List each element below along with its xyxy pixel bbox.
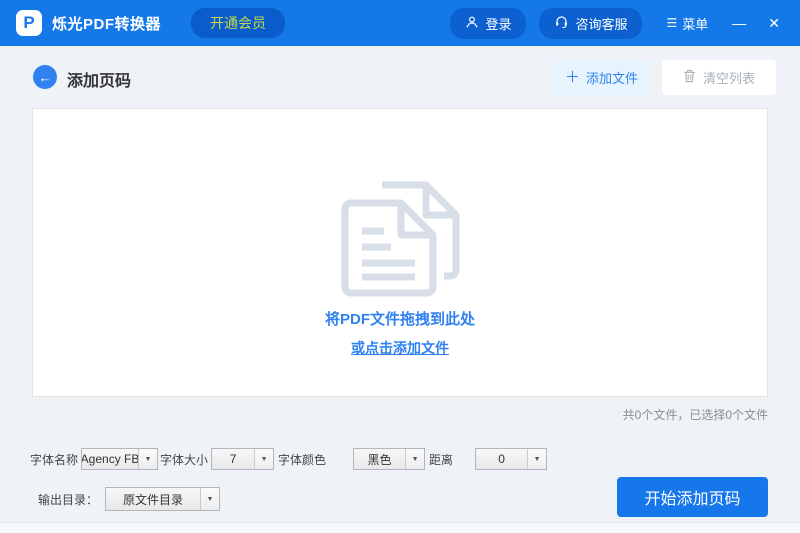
chevron-down-icon: ▼ [200, 488, 220, 510]
output-dir-row: 输出目录： 原文件目录 ▼ [38, 487, 221, 511]
output-dir-select[interactable]: 原文件目录 ▼ [105, 487, 221, 511]
login-label: 登录 [485, 16, 512, 32]
distance-label: 距离 [429, 452, 454, 467]
footer-strip [0, 522, 800, 533]
titlebar-right: 登录 咨询客服 ☰ 菜单 — ✕ [450, 7, 784, 39]
chevron-down-icon: ▼ [405, 449, 425, 469]
font-color-select[interactable]: 黑色 ▼ [353, 448, 426, 470]
content-area: ← 添加页码 ＋ 添加文件 清空列表 将PDF文件拖拽到此处 或点击添加文件 共… [0, 46, 800, 533]
distance-value: 0 [498, 452, 505, 466]
back-button[interactable]: ← [33, 65, 57, 89]
font-settings-row: 字体名称 Agency FB ▼ 字体大小 7 ▼ 字体颜色 黑色 ▼ 距离 0… [30, 448, 548, 470]
chevron-down-icon: ▼ [138, 449, 158, 469]
login-button[interactable]: 登录 [450, 7, 527, 39]
clear-list-label: 清空列表 [702, 71, 755, 86]
add-file-label: 添加文件 [586, 71, 639, 86]
dropzone-group: 将PDF文件拖拽到此处 或点击添加文件 [325, 169, 475, 358]
output-dir-label: 输出目录： [38, 492, 99, 507]
output-dir-value: 原文件目录 [123, 492, 184, 507]
close-button[interactable]: ✕ [768, 15, 780, 32]
font-size-label: 字体大小 [160, 452, 209, 467]
add-file-button[interactable]: ＋ 添加文件 [553, 60, 650, 95]
hamburger-icon: ☰ [666, 16, 678, 30]
dropzone-hint: 将PDF文件拖拽到此处 [324, 311, 475, 328]
font-size-value: 7 [229, 452, 237, 466]
click-to-add-link[interactable]: 或点击添加文件 [351, 338, 449, 358]
headset-icon [554, 14, 569, 32]
font-name-value: Agency FB [82, 452, 139, 466]
chevron-down-icon: ▼ [254, 449, 274, 469]
start-add-page-numbers-button[interactable]: 开始添加页码 [617, 477, 768, 517]
menu-label: 菜单 [682, 16, 709, 32]
titlebar: P 烁光PDF转换器 开通会员 登录 咨询客服 ☰ 菜单 — ✕ [0, 0, 800, 46]
pdf-dropzone[interactable]: 将PDF文件拖拽到此处 或点击添加文件 [32, 108, 768, 397]
documents-icon [325, 169, 475, 302]
chevron-down-icon: ▼ [527, 449, 547, 469]
user-icon [465, 15, 479, 32]
customer-support-button[interactable]: 咨询客服 [539, 7, 643, 39]
font-name-label: 字体名称 [30, 452, 79, 467]
menu-button[interactable]: ☰ 菜单 [666, 14, 708, 33]
app-window: P 烁光PDF转换器 开通会员 登录 咨询客服 ☰ 菜单 — ✕ ← 添加页码 … [0, 0, 800, 533]
page-title: 添加页码 [67, 73, 132, 90]
file-count-status: 共0个文件，已选择0个文件 [622, 408, 768, 422]
font-size-select[interactable]: 7 ▼ [211, 448, 275, 470]
app-title: 烁光PDF转换器 [52, 15, 162, 33]
trash-icon [683, 69, 696, 86]
app-logo-icon: P [16, 10, 42, 36]
plus-icon: ＋ [564, 69, 580, 86]
font-color-value: 黑色 [367, 452, 392, 467]
distance-select[interactable]: 0 ▼ [475, 448, 548, 470]
minimize-button[interactable]: — [732, 15, 746, 31]
font-name-select[interactable]: Agency FB ▼ [81, 448, 159, 470]
open-vip-button[interactable]: 开通会员 [191, 8, 286, 38]
clear-list-button[interactable]: 清空列表 [662, 60, 776, 95]
font-color-label: 字体颜色 [278, 452, 327, 467]
support-label: 咨询客服 [575, 16, 628, 32]
